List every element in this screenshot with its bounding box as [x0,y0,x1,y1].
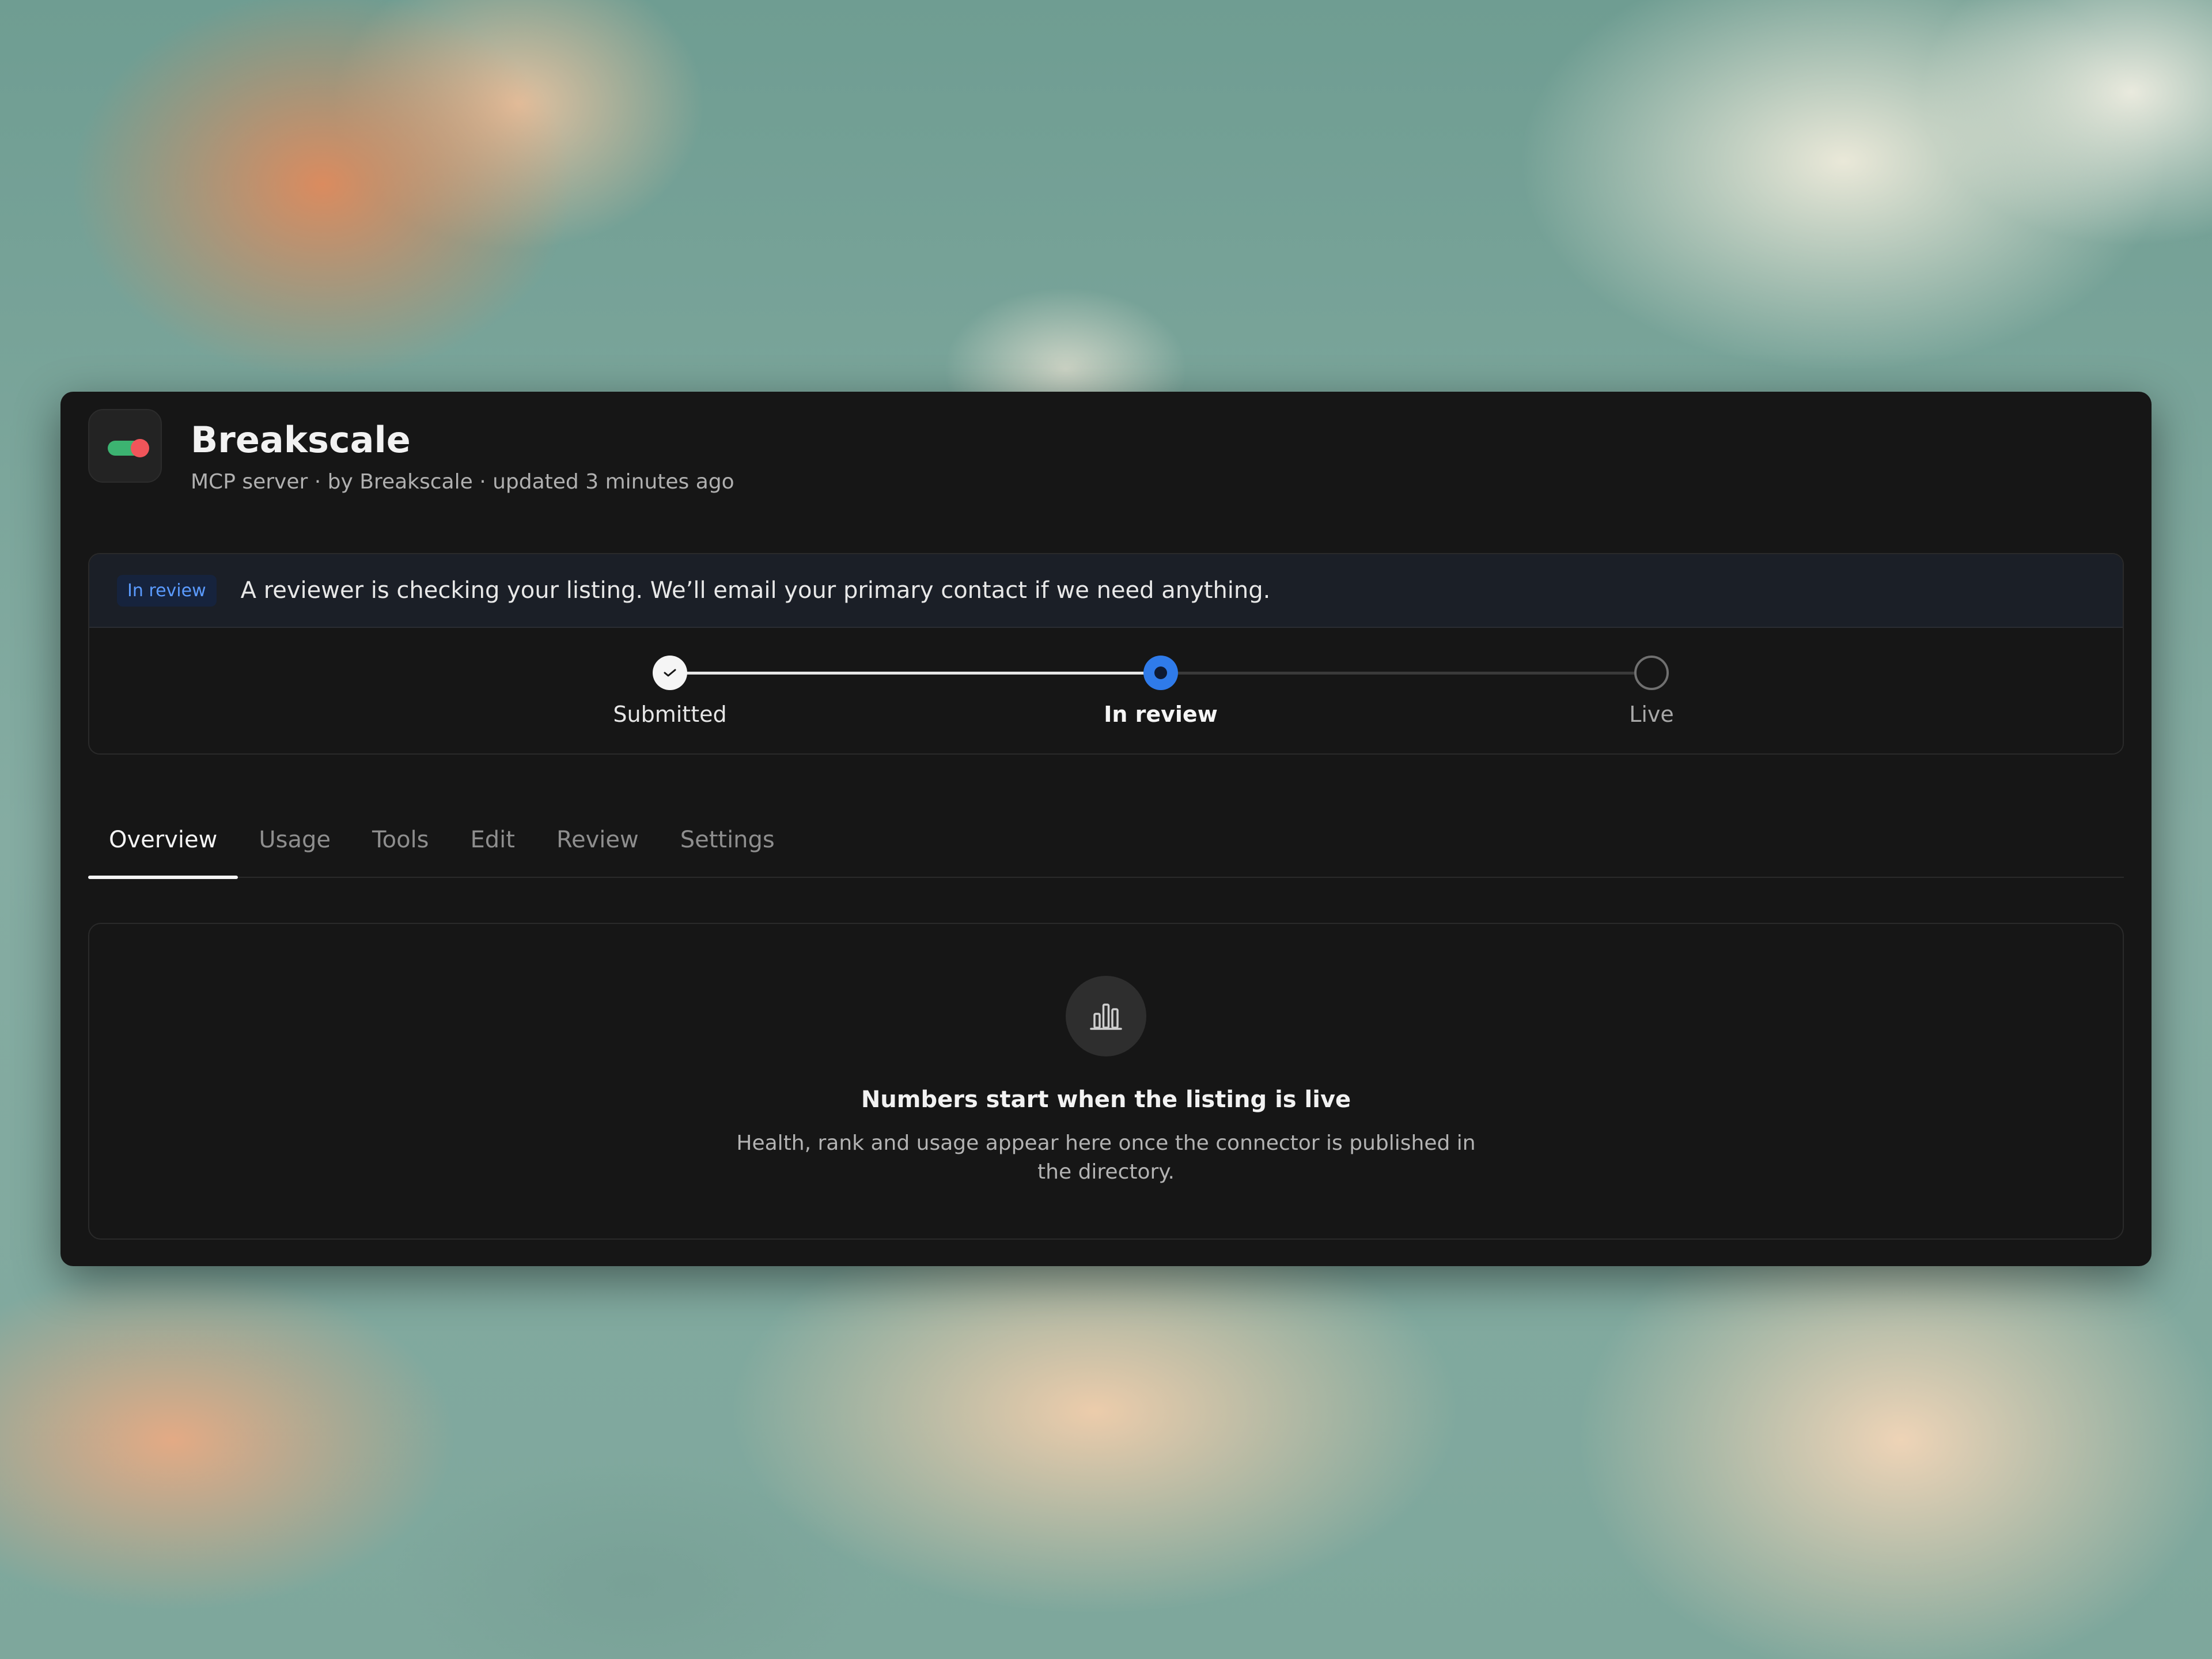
bar-chart-glyph [1090,1003,1122,1030]
listing-window: Breakscale MCP server · by Breakscale · … [60,392,2152,1266]
progress-stepper: Submitted In review Live [89,628,2123,753]
tab-tools[interactable]: Tools [351,818,450,878]
app-title: Breakscale [191,419,411,461]
tab-overview[interactable]: Overview [88,818,238,879]
step-label: Submitted [613,702,727,727]
checkmark-icon [664,669,676,677]
step-submitted: Submitted [584,656,756,727]
step-label: Live [1629,702,1674,727]
step-pending-dot [1634,656,1669,690]
app-icon [88,409,162,483]
listing-header: Breakscale MCP server · by Breakscale · … [88,409,734,494]
empty-state-description: Health, rank and usage appear here once … [736,1131,1476,1184]
title-block: Breakscale MCP server · by Breakscale · … [191,419,734,494]
tab-bar: Overview Usage Tools Edit Review Setting… [88,818,2124,879]
review-status-card: In review A reviewer is checking your li… [88,553,2124,755]
status-banner: In review A reviewer is checking your li… [89,554,2123,628]
overview-empty-state: Numbers start when the listing is live H… [88,923,2124,1240]
app-meta: MCP server · by Breakscale · updated 3 m… [191,470,734,494]
step-current-dot [1143,656,1178,690]
step-in-review: In review [1074,656,1247,727]
step-done-dot [653,656,687,690]
bar-chart-icon [1066,976,1146,1056]
tab-review[interactable]: Review [536,818,660,878]
tab-settings[interactable]: Settings [660,818,796,878]
status-message: A reviewer is checking your listing. We’… [240,577,1271,604]
tab-usage[interactable]: Usage [238,818,351,878]
status-badge: In review [117,574,217,607]
tab-edit[interactable]: Edit [450,818,536,878]
step-label: In review [1104,702,1218,727]
step-live: Live [1565,656,1738,727]
toggle-switch-icon [108,439,149,457]
empty-state-title: Numbers start when the listing is live [861,1086,1351,1113]
